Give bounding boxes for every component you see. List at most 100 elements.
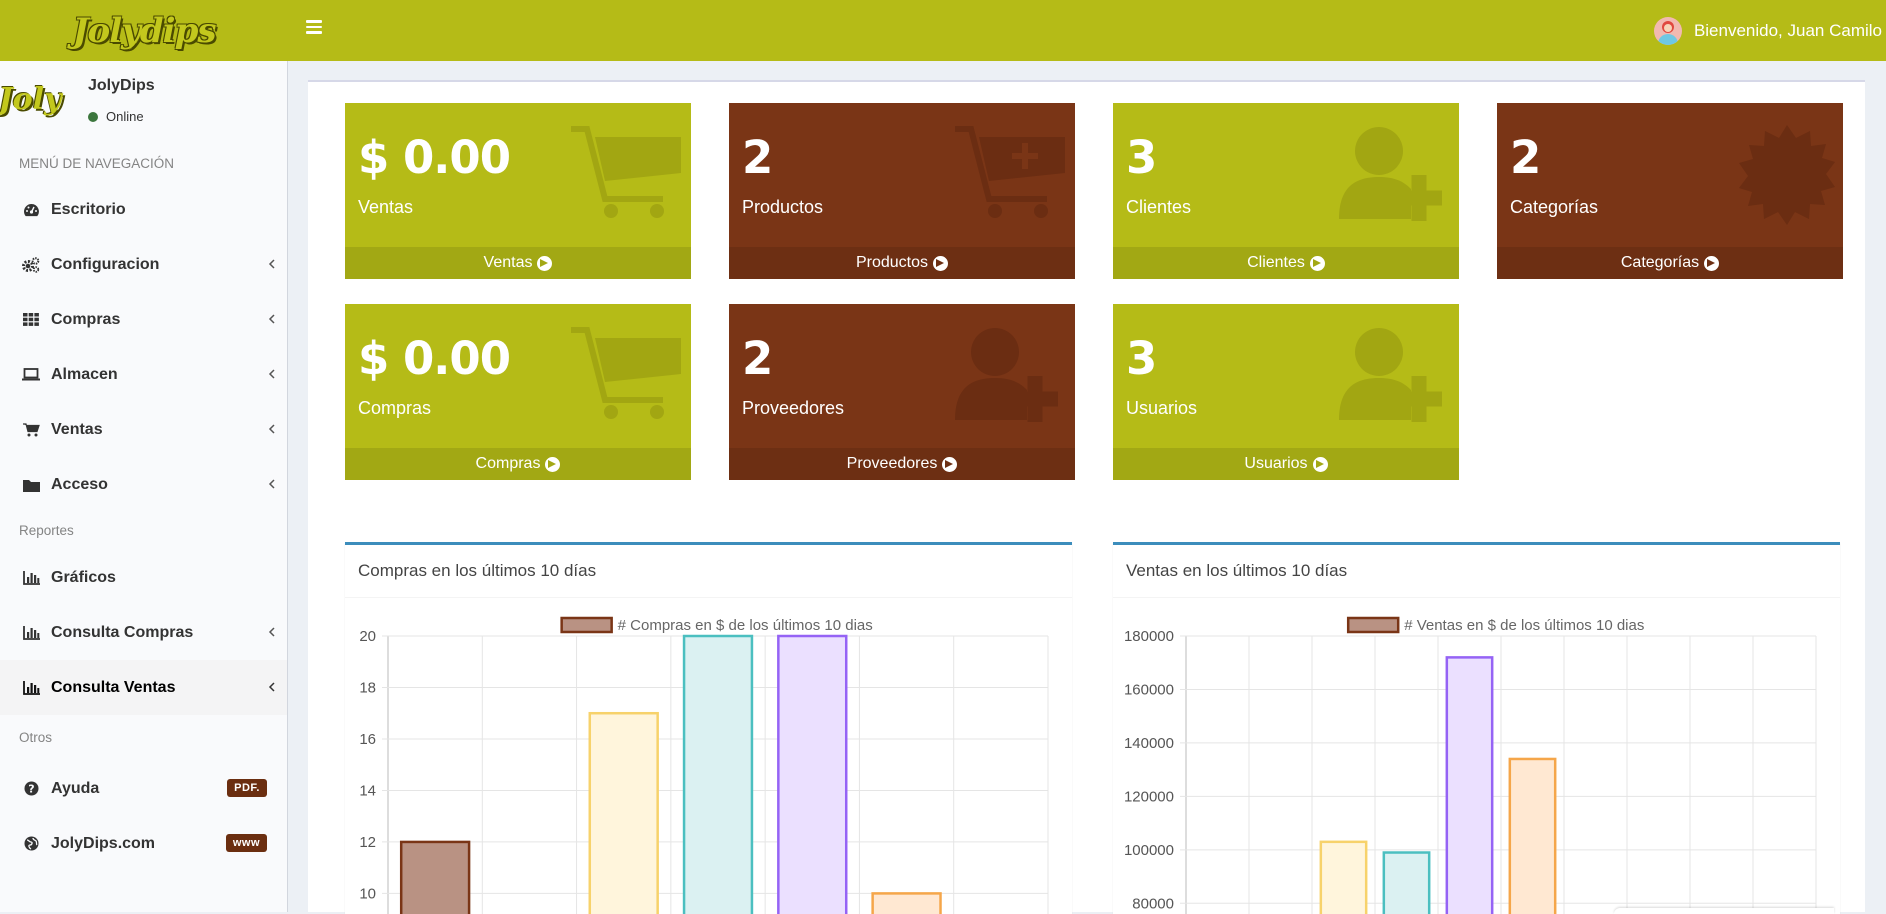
small-box-compras[interactable]: $ 0.00 Compras Compras bbox=[345, 304, 691, 480]
chevron-left-icon bbox=[265, 257, 279, 271]
compras-bar-chart: # Compras en $ de los últimos 10 dias 20 1… bbox=[359, 616, 1049, 914]
y-tick-label: 180000 bbox=[1124, 628, 1174, 645]
chart-title: Ventas en los últimos 10 días bbox=[1126, 561, 1348, 580]
cart-icon bbox=[571, 327, 681, 419]
bar[interactable] bbox=[1319, 840, 1368, 914]
arrow-circle-right-icon bbox=[537, 255, 553, 271]
cart-icon bbox=[22, 422, 40, 438]
y-tick-label: 20 bbox=[359, 628, 376, 645]
online-status-icon bbox=[88, 111, 98, 122]
y-tick-label: 16 bbox=[359, 731, 376, 748]
small-box-categorias[interactable]: 2 Categorías Categorías bbox=[1497, 103, 1843, 279]
legend-label: # Compras en $ de los últimos 10 dias bbox=[618, 617, 873, 634]
otros-header: Otros bbox=[19, 730, 53, 745]
dashboard-panel: $ 0.00 Ventas Ventas 2 Productos Product… bbox=[308, 80, 1865, 914]
chart-box-ventas: Ventas en los últimos 10 días # Ventas e… bbox=[1113, 542, 1840, 914]
svg-text:?: ? bbox=[28, 783, 34, 796]
bar[interactable] bbox=[1508, 757, 1557, 914]
sidebar-item-ventas[interactable]: Ventas bbox=[0, 402, 287, 457]
nav-header: MENÚ DE NAVEGACIÓN bbox=[19, 156, 175, 171]
brand-logo[interactable]: Jolydips bbox=[0, 0, 288, 61]
folder-icon bbox=[22, 477, 40, 493]
bar[interactable] bbox=[1445, 656, 1494, 914]
bar[interactable] bbox=[682, 634, 754, 914]
more-info-link[interactable]: Compras bbox=[345, 448, 691, 480]
main-content: $ 0.00 Ventas Ventas 2 Productos Product… bbox=[289, 61, 1886, 914]
y-tick-label: 140000 bbox=[1124, 735, 1174, 752]
bar-chart-icon bbox=[22, 680, 40, 696]
profile-avatar: Joly bbox=[0, 81, 62, 117]
logo-text: Jolydips bbox=[72, 10, 216, 51]
arrow-circle-right-icon bbox=[1704, 255, 1720, 271]
legend-label: # Ventas en $ de los últimos 10 dias bbox=[1404, 617, 1644, 634]
y-tick-label: 14 bbox=[359, 782, 376, 799]
sidebar-item-consulta-compras[interactable]: Consulta Compras bbox=[0, 605, 287, 660]
chart-legend: # Compras en $ de los últimos 10 dias bbox=[560, 616, 873, 634]
more-info-link[interactable]: Productos bbox=[729, 247, 1075, 279]
top-navbar: Jolydips Bienvenido, Juan Camilo bbox=[0, 0, 1886, 61]
reportes-header: Reportes bbox=[19, 523, 74, 538]
more-info-link[interactable]: Ventas bbox=[345, 247, 691, 279]
chart-box-compras: Compras en los últimos 10 días # Compras… bbox=[345, 542, 1072, 914]
small-box-usuarios[interactable]: 3 Usuarios Usuarios bbox=[1113, 304, 1459, 480]
user-panel: Joly JolyDips Online bbox=[0, 61, 287, 146]
scroll-indicator bbox=[1614, 908, 1834, 914]
y-tick-label: 120000 bbox=[1124, 788, 1174, 805]
sidebar-item-configuracion[interactable]: Configuracion bbox=[0, 237, 287, 292]
laptop-icon bbox=[22, 367, 40, 383]
chevron-left-icon bbox=[265, 680, 279, 694]
chart-legend: # Ventas en $ de los últimos 10 dias bbox=[1346, 616, 1644, 634]
chevron-left-icon bbox=[265, 367, 279, 381]
chevron-left-icon bbox=[265, 422, 279, 436]
bar[interactable] bbox=[588, 711, 659, 914]
arrow-circle-right-icon bbox=[545, 456, 561, 472]
bar[interactable] bbox=[871, 892, 942, 914]
sidebar-item-compras[interactable]: Compras bbox=[0, 292, 287, 347]
sidebar-item-consulta-ventas[interactable]: Consulta Ventas bbox=[0, 660, 287, 715]
y-tick-label: 160000 bbox=[1124, 681, 1174, 698]
arrow-circle-right-icon bbox=[1309, 255, 1325, 271]
more-info-link[interactable]: Proveedores bbox=[729, 448, 1075, 480]
sidebar-item-escritorio[interactable]: Escritorio bbox=[0, 182, 287, 237]
bar[interactable] bbox=[399, 840, 471, 914]
cogs-icon bbox=[22, 256, 40, 273]
bar[interactable] bbox=[777, 634, 848, 914]
certificate-icon bbox=[1739, 125, 1835, 225]
sidebar-item-ayuda[interactable]: ? Ayuda PDF. bbox=[0, 761, 287, 816]
arrow-circle-right-icon bbox=[933, 255, 949, 271]
small-box-proveedores[interactable]: 2 Proveedores Proveedores bbox=[729, 304, 1075, 480]
question-icon: ? bbox=[22, 781, 40, 797]
www-badge: www bbox=[225, 834, 267, 852]
sidebar: Joly JolyDips Online MENÚ DE NAVEGACIÓN … bbox=[0, 61, 288, 912]
more-info-link[interactable]: Clientes bbox=[1113, 247, 1459, 279]
more-info-link[interactable]: Categorías bbox=[1497, 247, 1843, 279]
more-info-link[interactable]: Usuarios bbox=[1113, 448, 1459, 480]
user-plus-icon bbox=[955, 328, 1058, 422]
user-plus-icon bbox=[1339, 328, 1442, 422]
bar[interactable] bbox=[1382, 851, 1431, 914]
sidebar-item-jolydips-com[interactable]: JolyDips.com www bbox=[0, 816, 287, 871]
y-tick-label: 10 bbox=[359, 885, 376, 902]
small-box-productos[interactable]: 2 Productos Productos bbox=[729, 103, 1075, 279]
sidebar-toggle-button[interactable] bbox=[306, 20, 322, 34]
user-plus-icon bbox=[1339, 127, 1442, 221]
small-box-ventas[interactable]: $ 0.00 Ventas Ventas bbox=[345, 103, 691, 279]
sidebar-item-acceso[interactable]: Acceso bbox=[0, 457, 287, 512]
legend-swatch bbox=[1346, 616, 1400, 634]
y-tick-label: 80000 bbox=[1132, 895, 1174, 912]
small-box-clientes[interactable]: 3 Clientes Clientes bbox=[1113, 103, 1459, 279]
user-menu[interactable]: Bienvenido, Juan Camilo bbox=[1653, 0, 1886, 61]
user-greeting: Bienvenido, Juan Camilo bbox=[1693, 20, 1882, 40]
cart-icon bbox=[571, 126, 681, 218]
user-avatar bbox=[1653, 16, 1682, 45]
legend-swatch bbox=[560, 616, 613, 634]
sidebar-item-graficos[interactable]: Gráficos bbox=[0, 550, 287, 605]
y-tick-label: 18 bbox=[359, 679, 376, 696]
profile-status: Online bbox=[88, 109, 144, 124]
y-tick-label: 100000 bbox=[1124, 842, 1174, 859]
globe-icon bbox=[22, 836, 40, 852]
cart-plus-icon bbox=[955, 126, 1065, 218]
profile-name: JolyDips bbox=[88, 77, 155, 94]
sidebar-item-almacen[interactable]: Almacen bbox=[0, 347, 287, 402]
pdf-badge: PDF. bbox=[227, 779, 267, 797]
